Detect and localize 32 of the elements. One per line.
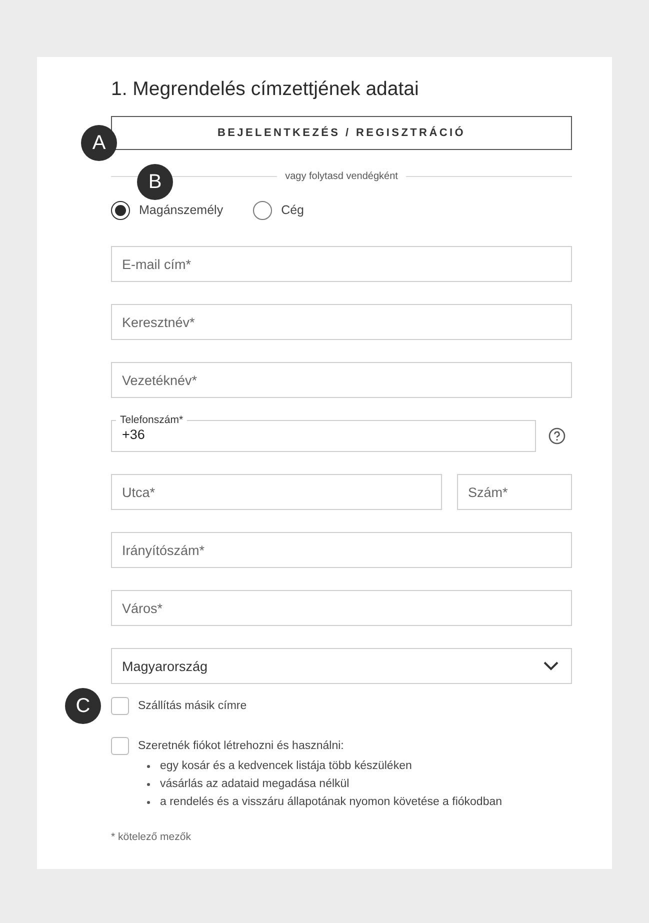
- bullet-icon: [147, 782, 150, 786]
- annotation-marker: C: [65, 688, 101, 724]
- chevron-down-icon: [543, 661, 559, 671]
- checkbox[interactable]: [111, 697, 129, 715]
- benefit-text: a rendelés és a visszáru állapotának nyomon követése a fiókodban: [160, 795, 502, 809]
- radio-label: Magánszemély: [139, 203, 224, 217]
- country-select[interactable]: Magyarország: [111, 648, 572, 684]
- help-icon[interactable]: [548, 427, 566, 445]
- bullet-icon: [147, 800, 150, 804]
- checkbox-label: Szállítás másik címre: [138, 699, 247, 713]
- divider-text: vagy folytasd vendégként: [285, 170, 398, 182]
- benefit-text: vásárlás az adataid megadása nélkül: [160, 777, 350, 791]
- checkbox-label: Szeretnék fiókot létrehozni és használni:: [138, 739, 345, 753]
- text-field[interactable]: Város*: [111, 590, 572, 626]
- text-field[interactable]: E-mail cím*: [111, 246, 572, 282]
- section-title: 1. Megrendelés címzettjének adatai: [111, 77, 420, 101]
- required-note: * kötelező mezők: [111, 831, 192, 843]
- phone-field[interactable]: Telefonszám* +36: [111, 413, 536, 452]
- radio-label: Cég: [281, 203, 304, 217]
- text-field[interactable]: Irányítószám*: [111, 532, 572, 568]
- login-button[interactable]: BEJELENTKEZÉS / REGISZTRÁCIÓ: [111, 116, 572, 150]
- annotation-marker: B: [137, 164, 173, 200]
- annotation-marker: A: [81, 125, 117, 161]
- radio-button[interactable]: [253, 200, 272, 220]
- text-field[interactable]: Utca*: [111, 474, 442, 510]
- text-field[interactable]: Keresztnév*: [111, 304, 572, 340]
- benefit-text: egy kosár és a kedvencek listája több készüléken: [160, 759, 412, 773]
- radio-button[interactable]: [111, 200, 130, 220]
- text-field[interactable]: Szám*: [457, 474, 572, 510]
- bullet-icon: [147, 764, 150, 768]
- text-field[interactable]: Vezetéknév*: [111, 362, 572, 398]
- checkbox[interactable]: [111, 737, 129, 755]
